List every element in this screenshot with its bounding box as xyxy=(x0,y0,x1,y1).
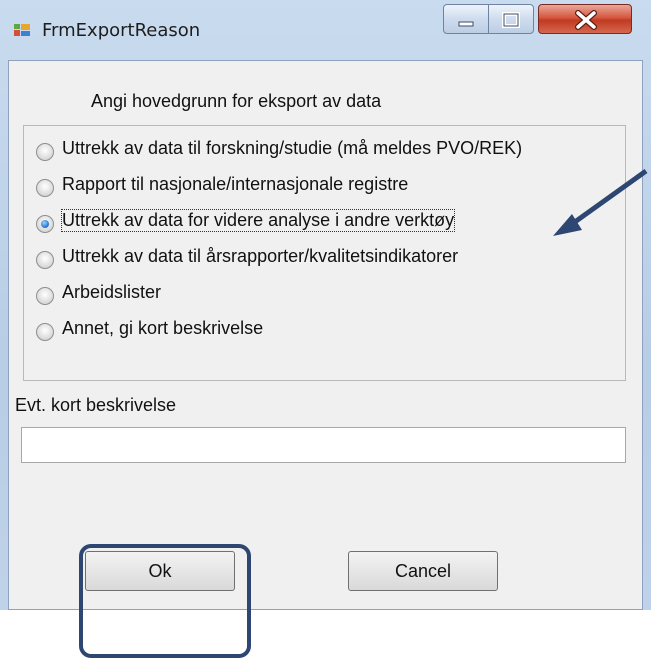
reason-radio-group: Uttrekk av data til forskning/studie (må… xyxy=(23,125,626,381)
radio-label[interactable]: Uttrekk av data til forskning/studie (må… xyxy=(62,138,522,159)
radio-label[interactable]: Uttrekk av data til årsrapporter/kvalite… xyxy=(62,246,458,267)
radio-button-selected[interactable] xyxy=(36,215,54,233)
radio-button[interactable] xyxy=(36,287,54,305)
window-frame: FrmExportReason Angi hovedgrunn for eksp… xyxy=(0,0,651,658)
ok-button[interactable]: Ok xyxy=(85,551,235,591)
radio-button[interactable] xyxy=(36,251,54,269)
radio-button[interactable] xyxy=(36,323,54,341)
form-heading: Angi hovedgrunn for eksport av data xyxy=(91,91,382,111)
maximize-icon xyxy=(502,12,520,28)
close-icon xyxy=(575,10,597,30)
radio-label[interactable]: Annet, gi kort beskrivelse xyxy=(62,318,263,339)
radio-button[interactable] xyxy=(36,143,54,161)
dialog-body: Angi hovedgrunn for eksport av data Uttr… xyxy=(8,60,643,658)
radio-label[interactable]: Arbeidslister xyxy=(62,282,161,303)
minimize-icon xyxy=(458,21,474,27)
radio-label[interactable]: Rapport til nasjonale/internasjonale reg… xyxy=(62,174,408,195)
close-button[interactable] xyxy=(538,4,632,34)
minimize-button[interactable] xyxy=(443,4,489,34)
radio-label[interactable]: Uttrekk av data for videre analyse i and… xyxy=(60,209,456,232)
description-input[interactable] xyxy=(21,427,626,463)
radio-button[interactable] xyxy=(36,179,54,197)
description-label: Evt. kort beskrivelse xyxy=(15,395,177,415)
cancel-button[interactable]: Cancel xyxy=(348,551,498,591)
app-icon xyxy=(14,24,30,36)
title-bar[interactable]: FrmExportReason xyxy=(0,0,651,60)
window-title: FrmExportReason xyxy=(42,20,201,41)
maximize-button[interactable] xyxy=(488,4,534,34)
